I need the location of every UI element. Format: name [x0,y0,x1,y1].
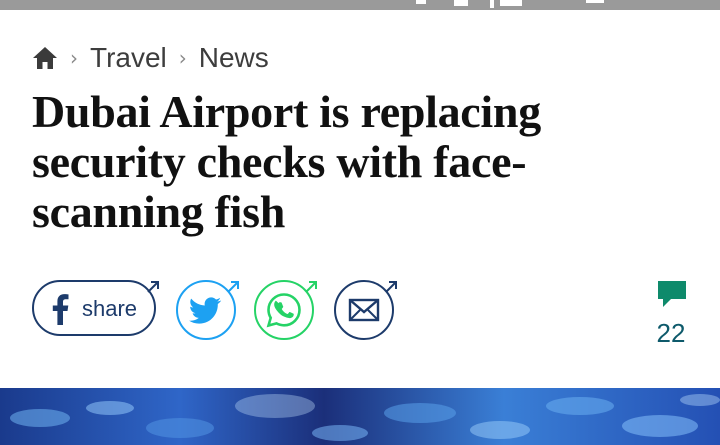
external-arrow-icon [305,281,317,293]
breadcrumb: › Travel › News [32,40,269,76]
facebook-share-button[interactable]: share [32,280,156,336]
comment-bubble-icon [658,281,686,307]
breadcrumb-travel-link[interactable]: Travel [90,42,167,74]
breadcrumb-news-link[interactable]: News [199,42,269,74]
breadcrumb-separator: › [70,46,78,70]
hero-image [0,388,720,445]
status-bar [0,0,720,10]
external-arrow-icon [385,281,397,293]
home-icon[interactable] [32,45,58,71]
facebook-share-label: share [82,296,138,321]
comments-link[interactable]: 22 [650,276,700,356]
breadcrumb-separator: › [178,46,187,70]
comment-count: 22 [656,318,686,348]
article-headline: Dubai Airport is replacing security chec… [32,86,541,237]
status-icons [410,0,610,10]
facebook-icon [50,293,70,325]
external-arrow-icon [147,281,159,293]
external-arrow-icon [227,281,239,293]
